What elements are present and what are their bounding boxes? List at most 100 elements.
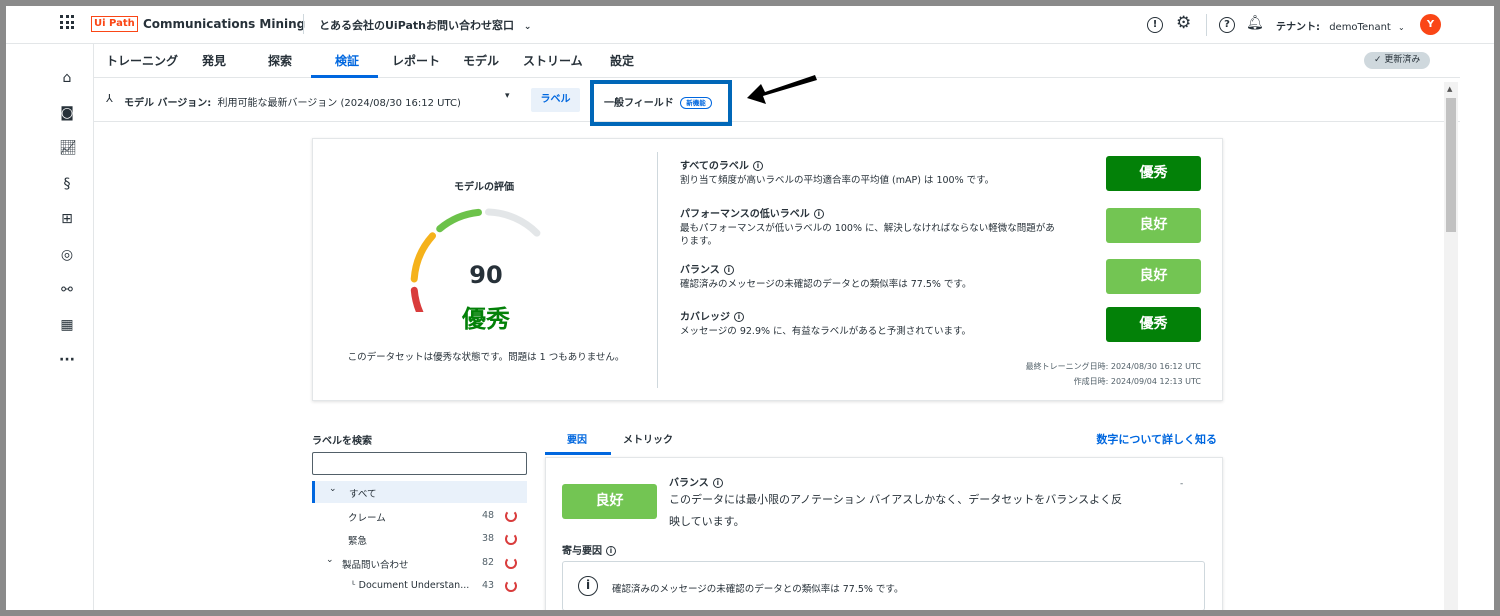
left-nav-rail: ⌂ ◙ 📈︎ § ⊞ ◎ ⚯ ▦ ···: [6, 44, 94, 610]
app-window: Ui Path Communications Mining とある会社のUiPa…: [6, 6, 1494, 610]
general-fields-label: 一般フィールド: [604, 98, 674, 109]
detail-factor-title: バランス i: [669, 474, 723, 489]
chevron-down-icon[interactable]: ⌄: [329, 484, 337, 494]
factor-rating-button: 良好: [1106, 208, 1201, 243]
factor-title: すべてのラベル i: [680, 157, 763, 172]
gauge-segment: [485, 208, 541, 237]
analytics-icon[interactable]: 📈︎: [59, 140, 77, 156]
tab-reports[interactable]: レポート: [392, 52, 440, 69]
tab-models[interactable]: モデル: [463, 52, 499, 69]
integrations-icon[interactable]: §: [59, 176, 75, 192]
more-icon[interactable]: ···: [59, 352, 75, 368]
contributing-title-text: 寄与要因: [562, 546, 602, 557]
gauge-segment: [436, 208, 482, 233]
label-name: クレーム: [348, 513, 386, 524]
product-name: Communications Mining: [143, 17, 306, 31]
app-launcher-icon[interactable]: [60, 15, 74, 29]
factor-description-line2: ります。: [680, 236, 718, 247]
tab-streams[interactable]: ストリーム: [523, 52, 583, 69]
learn-more-link[interactable]: 数字について詳しく知る: [1096, 431, 1217, 447]
caret-down-icon[interactable]: ▾: [505, 91, 510, 101]
tab-factors[interactable]: 要因: [567, 431, 587, 446]
progress-ring-icon: [505, 580, 517, 592]
label-tree-item[interactable]: ᒻ Document Understan... 43: [312, 575, 527, 597]
label-count: 48: [482, 510, 495, 521]
chevron-down-icon: ⌄: [523, 22, 532, 32]
model-version-icon: ⅄: [106, 92, 113, 105]
add-widget-icon[interactable]: ⊞: [59, 211, 75, 227]
progress-ring-icon: [505, 557, 517, 569]
dash-marker: -: [1180, 479, 1184, 489]
dataset-name: とある会社のUiPathお問い合わせ窓口: [319, 19, 514, 32]
detail-factor-title-text: バランス: [669, 478, 709, 489]
divider: [303, 14, 304, 34]
gauge-segment: [410, 232, 436, 283]
calendar-icon[interactable]: ▦: [59, 317, 75, 333]
tab-metrics[interactable]: メトリック: [623, 431, 673, 446]
help-icon[interactable]: ?: [1219, 17, 1235, 33]
label-count: 82: [482, 557, 495, 568]
info-icon[interactable]: i: [734, 312, 744, 322]
info-icon[interactable]: i: [813, 209, 824, 219]
streams-icon[interactable]: ◎: [59, 247, 75, 263]
tab-settings[interactable]: 設定: [610, 52, 634, 69]
general-fields-tab-button[interactable]: 一般フィールド 新機能: [604, 94, 712, 109]
factor-description: 最もパフォーマンスが低いラベルの 100% に、解決しなければならない軽微な問題…: [680, 223, 1055, 234]
label-tree-item[interactable]: クレーム 48: [312, 505, 527, 527]
dataset-selector[interactable]: とある会社のUiPathお問い合わせ窓口 ⌄: [319, 17, 531, 33]
factor-title-text: バランス: [680, 265, 720, 276]
bell-icon[interactable]: 🔔︎: [1246, 15, 1264, 31]
tab-explore[interactable]: 探索: [268, 52, 292, 69]
info-icon[interactable]: i: [606, 546, 616, 556]
created-date: 作成日時: 2024/09/04 12:13 UTC: [1073, 377, 1201, 386]
settings-group-icon[interactable]: ⚯: [59, 282, 75, 298]
tab-validation[interactable]: 検証: [335, 52, 359, 69]
factor-title: バランス i: [680, 261, 734, 276]
scroll-up-icon[interactable]: ▲: [1447, 85, 1452, 93]
model-version-label: モデル バージョン:: [124, 98, 212, 109]
label-search-input[interactable]: [312, 452, 527, 475]
factor-description: 確認済みのメッセージの未確認のデータとの類似率は 77.5% です。: [680, 279, 972, 290]
updated-status-badge: ✓ 更新済み: [1364, 52, 1431, 69]
labels-tab-button[interactable]: ラベル: [531, 88, 580, 112]
chevron-down-icon[interactable]: ⌄: [326, 555, 334, 565]
contributing-factor-text: 確認済みのメッセージの未確認のデータとの類似率は 77.5% です。: [612, 584, 904, 595]
label-name: 製品問い合わせ: [342, 560, 409, 571]
tab-training[interactable]: トレーニング: [106, 52, 178, 69]
factor-title: パフォーマンスの低いラベル i: [680, 205, 824, 220]
score-value: 90: [469, 261, 503, 289]
top-bar: Ui Path Communications Mining とある会社のUiPa…: [6, 6, 1494, 44]
last-trained-date: 最終トレーニング日時: 2024/08/30 16:12 UTC: [1025, 362, 1201, 371]
info-icon[interactable]: i: [712, 478, 723, 488]
active-subtab-indicator: [545, 452, 611, 455]
balance-rating-button: 良好: [562, 484, 657, 519]
model-version-value: 利用可能な最新バージョン (2024/08/30 16:12 UTC): [217, 98, 461, 109]
gear-icon[interactable]: ⚙: [1176, 14, 1191, 32]
alert-icon[interactable]: !: [1147, 17, 1163, 33]
card-divider: [657, 152, 658, 388]
tenant-selector[interactable]: テナント: demoTenant ⌄: [1276, 18, 1405, 33]
chevron-down-icon: ⌄: [1398, 23, 1405, 32]
factor-description: 割り当て頻度が高いラベルの平均適合率の平均値 (mAP) は 100% です。: [680, 175, 995, 186]
detail-desc-line2: 映しています。: [669, 515, 745, 528]
avatar-letter: Y: [1426, 19, 1435, 30]
factor-description: メッセージの 92.9% に、有益なラベルがあると予測されています。: [680, 326, 972, 337]
info-icon[interactable]: i: [723, 265, 734, 275]
label-tree-item[interactable]: 緊急 38: [312, 528, 527, 550]
avatar[interactable]: Y: [1420, 14, 1441, 35]
divider: [1206, 14, 1207, 36]
factor-title: カバレッジ i: [680, 308, 744, 323]
model-version-selector[interactable]: モデル バージョン: 利用可能な最新バージョン (2024/08/30 16:1…: [124, 94, 461, 109]
factor-title-text: カバレッジ: [680, 312, 730, 323]
info-icon[interactable]: i: [752, 161, 763, 171]
score-gauge: [410, 208, 541, 312]
source-icon[interactable]: ◙: [59, 105, 75, 121]
new-feature-badge: 新機能: [680, 97, 712, 109]
tab-discover[interactable]: 発見: [202, 52, 226, 69]
home-icon[interactable]: ⌂: [59, 70, 75, 86]
label-tree-item[interactable]: ⌄ 製品問い合わせ 82: [312, 552, 527, 574]
label-tree-item[interactable]: ⌄ すべて: [312, 481, 527, 503]
factor-title-text: すべてのラベル: [680, 161, 749, 172]
score-summary: このデータセットは優秀な状態です。問題は 1 つもありません。: [347, 352, 625, 363]
scrollbar-thumb[interactable]: [1446, 98, 1456, 232]
